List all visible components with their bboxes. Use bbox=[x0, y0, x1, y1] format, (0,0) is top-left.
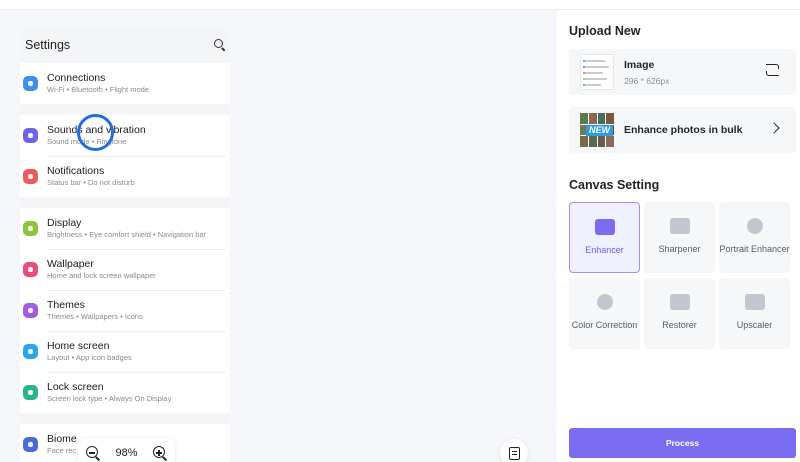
tool-label: Restorer bbox=[662, 320, 697, 330]
tool-label: Color Correction bbox=[571, 320, 638, 330]
zoom-out-icon[interactable] bbox=[86, 446, 100, 460]
settings-item-subtitle: Themes • Wallpapers • Icons bbox=[47, 312, 143, 321]
settings-item-name: Home screen bbox=[47, 340, 110, 352]
settings-item-icon bbox=[23, 385, 38, 400]
settings-item-name: Biome bbox=[47, 433, 77, 445]
settings-item-name: Wallpaper bbox=[47, 258, 94, 270]
settings-item-subtitle: Brightness • Eye comfort shield • Naviga… bbox=[47, 230, 207, 239]
search-icon bbox=[214, 39, 226, 51]
new-badge: NEW bbox=[586, 125, 613, 136]
settings-group: Sounds and vibration Sound mode • Rington… bbox=[20, 115, 230, 197]
settings-item-subtitle: Layout • App icon badges bbox=[47, 353, 132, 362]
bulk-card-title: Enhance photos in bulk bbox=[624, 124, 743, 136]
notes-icon bbox=[508, 446, 520, 460]
settings-title: Settings bbox=[25, 38, 71, 52]
canvas-area: Settings Connections Wi-Fi • Bluetooth • … bbox=[0, 10, 557, 462]
settings-item: Sounds and vibration Sound mode • Rington… bbox=[20, 115, 230, 156]
settings-item-icon bbox=[23, 221, 38, 236]
bandage-icon bbox=[669, 294, 690, 310]
image-dimensions: 296 * 626px bbox=[624, 75, 670, 86]
tool-enhancer[interactable]: Enhancer bbox=[569, 202, 640, 273]
settings-item-name: Connections bbox=[47, 72, 106, 84]
canvas-setting-title: Canvas Setting bbox=[569, 178, 660, 192]
hd-image-icon bbox=[669, 218, 690, 234]
upload-title: Upload New bbox=[569, 24, 641, 38]
notes-button[interactable] bbox=[500, 439, 528, 462]
settings-item: Home screen Layout • App icon badges bbox=[20, 331, 230, 372]
uploaded-image-preview: Settings Connections Wi-Fi • Bluetooth • … bbox=[20, 27, 230, 462]
zoom-control: 98% bbox=[78, 438, 175, 462]
settings-item: Wallpaper Home and lock screen wallpaper bbox=[20, 249, 230, 290]
portrait-icon bbox=[746, 218, 763, 234]
settings-item-icon bbox=[23, 76, 38, 91]
settings-item-icon bbox=[23, 262, 38, 277]
settings-item-subtitle: Face rec bbox=[47, 446, 77, 455]
settings-item-subtitle: Wi-Fi • Bluetooth • Flight mode bbox=[47, 85, 149, 94]
tool-grid: Enhancer Sharpener Portrait Enhancer Color … bbox=[569, 202, 798, 349]
tool-label: Portrait Enhancer bbox=[719, 244, 790, 254]
settings-item: Themes Themes • Wallpapers • Icons bbox=[20, 290, 230, 331]
settings-item-name: Display bbox=[47, 217, 82, 229]
tool-color-correction[interactable]: Color Correction bbox=[569, 278, 640, 349]
settings-group: Connections Wi-Fi • Bluetooth • Flight mo… bbox=[20, 63, 230, 104]
chevron-right-icon bbox=[768, 122, 780, 134]
bulk-enhance-card[interactable]: NEW Enhance photos in bulk bbox=[569, 107, 796, 153]
touch-indicator bbox=[77, 114, 114, 151]
zoom-in-icon[interactable] bbox=[153, 446, 167, 460]
settings-item-icon bbox=[23, 344, 38, 359]
settings-list: Connections Wi-Fi • Bluetooth • Flight mo… bbox=[20, 63, 230, 462]
bulk-photos-thumbnail: NEW bbox=[580, 113, 614, 147]
settings-item-icon bbox=[23, 303, 38, 318]
settings-item-name: Notifications bbox=[47, 165, 105, 177]
image-card[interactable]: Image 296 * 626px bbox=[569, 49, 796, 95]
tool-label: Enhancer bbox=[585, 245, 624, 255]
settings-item-subtitle: Home and lock screen wallpaper bbox=[47, 271, 156, 280]
expand-icon bbox=[744, 294, 765, 310]
image-card-title: Image bbox=[624, 58, 655, 71]
image-thumbnail bbox=[580, 54, 614, 90]
replace-image-icon[interactable] bbox=[766, 64, 780, 76]
settings-item-subtitle: Screen lock type • Always On Display bbox=[47, 394, 172, 403]
process-button[interactable]: Process bbox=[569, 428, 796, 458]
tool-portrait-enhancer[interactable]: Portrait Enhancer bbox=[719, 202, 790, 273]
tool-upscaler[interactable]: Upscaler bbox=[719, 278, 790, 349]
settings-group: Display Brightness • Eye comfort shield •… bbox=[20, 208, 230, 413]
tool-label: Upscaler bbox=[736, 320, 773, 330]
tool-label: Sharpener bbox=[658, 244, 701, 254]
settings-item: Display Brightness • Eye comfort shield •… bbox=[20, 208, 230, 249]
settings-item-icon bbox=[23, 169, 38, 184]
settings-item-icon bbox=[23, 128, 38, 143]
right-panel: Upload New Image 296 * 626px NEW Enhance… bbox=[557, 10, 800, 462]
settings-item: Lock screen Screen lock type • Always On … bbox=[20, 372, 230, 413]
top-bar bbox=[0, 0, 800, 10]
zoom-level: 98% bbox=[115, 447, 138, 459]
settings-item-name: Lock screen bbox=[47, 381, 104, 393]
settings-header: Settings bbox=[20, 27, 230, 63]
color-circles-icon bbox=[596, 294, 613, 310]
settings-item-name: Themes bbox=[47, 299, 85, 311]
settings-item: Notifications Status bar • Do not disturb bbox=[20, 156, 230, 197]
settings-item: Connections Wi-Fi • Bluetooth • Flight mo… bbox=[20, 63, 230, 104]
settings-item-subtitle: Status bar • Do not disturb bbox=[47, 178, 135, 187]
tool-restorer[interactable]: Restorer bbox=[644, 278, 715, 349]
tool-sharpener[interactable]: Sharpener bbox=[644, 202, 715, 273]
ai-image-icon bbox=[594, 219, 615, 235]
settings-item-icon bbox=[23, 437, 38, 452]
